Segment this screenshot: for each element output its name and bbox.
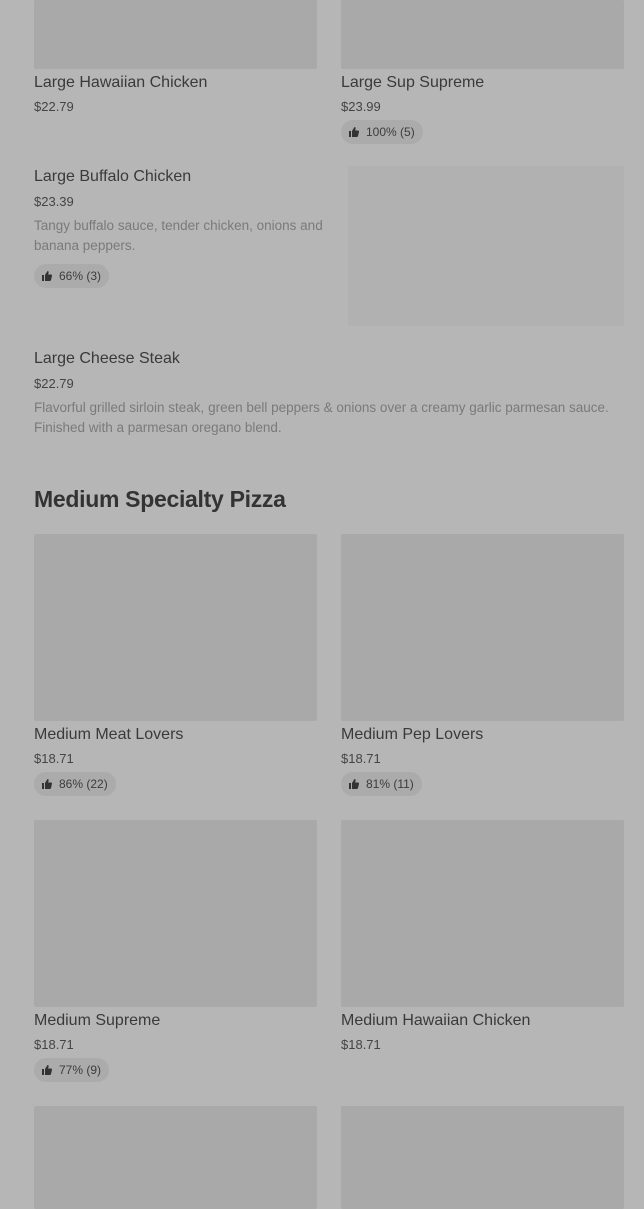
rating-text: 81% (11): [366, 777, 414, 791]
item-image[interactable]: [341, 820, 624, 1007]
item-image[interactable]: [34, 1106, 317, 1209]
thumbs-up-icon: [349, 779, 360, 789]
item-price: $18.71: [34, 751, 74, 766]
item-image[interactable]: [341, 1106, 624, 1209]
item-name: Large Buffalo Chicken: [34, 168, 192, 185]
rating-badge: 100% (5): [341, 120, 423, 144]
menu-item-large-cheese-steak[interactable]: Large Cheese Steak $22.79 Flavorful gril…: [34, 348, 624, 443]
menu-item-medium-supreme[interactable]: Medium Supreme $18.71 77% (9): [34, 820, 317, 1085]
rating-text: 66% (3): [59, 269, 102, 283]
menu-item-medium-hawaiian-chicken[interactable]: Medium Hawaiian Chicken $18.71: [341, 820, 624, 1085]
thumbs-up-icon: [42, 271, 53, 281]
item-name: Large Hawaiian Chicken: [34, 74, 208, 91]
item-name: Medium Pep Lovers: [341, 726, 484, 743]
menu-item-large-buffalo-chicken[interactable]: Large Buffalo Chicken $23.39 Tangy buffa…: [34, 166, 624, 326]
item-image[interactable]: [34, 0, 317, 69]
item-image[interactable]: [34, 534, 317, 721]
item-price: $18.71: [34, 1037, 74, 1052]
menu-item-medium-meat-lovers[interactable]: Medium Meat Lovers $18.71 86% (22): [34, 534, 317, 799]
rating-badge: 86% (22): [34, 772, 116, 796]
item-name: Large Sup Supreme: [341, 74, 485, 91]
section-title: Medium Specialty Pizza: [34, 486, 286, 512]
item-name: Medium Hawaiian Chicken: [341, 1012, 531, 1029]
item-price: $22.79: [34, 99, 74, 114]
menu-item-medium-pep-lovers[interactable]: Medium Pep Lovers $18.71 81% (11): [341, 534, 624, 799]
rating-badge: 81% (11): [341, 772, 422, 796]
thumbs-up-icon: [349, 127, 360, 137]
item-image[interactable]: [34, 820, 317, 1007]
thumbs-up-icon: [42, 1065, 53, 1075]
item-price: $18.71: [341, 1037, 381, 1052]
menu-item-large-sup-supreme[interactable]: Large Sup Supreme $23.99 100% (5): [341, 72, 624, 147]
rating-text: 77% (9): [59, 1063, 102, 1077]
rating-text: 100% (5): [366, 125, 415, 139]
item-name: Medium Meat Lovers: [34, 726, 184, 743]
item-price: $23.99: [341, 99, 381, 114]
item-price: $22.79: [34, 376, 74, 391]
item-image[interactable]: [341, 0, 624, 69]
item-name: Medium Supreme: [34, 1012, 161, 1029]
item-description: Tangy buffalo sauce, tender chicken, oni…: [34, 218, 323, 253]
item-image[interactable]: [348, 166, 624, 326]
item-price: $23.39: [34, 194, 74, 209]
item-price: $18.71: [341, 751, 381, 766]
rating-text: 86% (22): [59, 777, 108, 791]
item-name: Large Cheese Steak: [34, 350, 180, 367]
rating-badge: 66% (3): [34, 264, 110, 288]
thumbs-up-icon: [42, 779, 53, 789]
rating-badge: 77% (9): [34, 1058, 110, 1082]
menu-item-large-hawaiian-chicken[interactable]: Large Hawaiian Chicken $22.79: [34, 72, 317, 132]
item-description: Flavorful grilled sirloin steak, green b…: [34, 400, 609, 435]
item-image[interactable]: [341, 534, 624, 721]
